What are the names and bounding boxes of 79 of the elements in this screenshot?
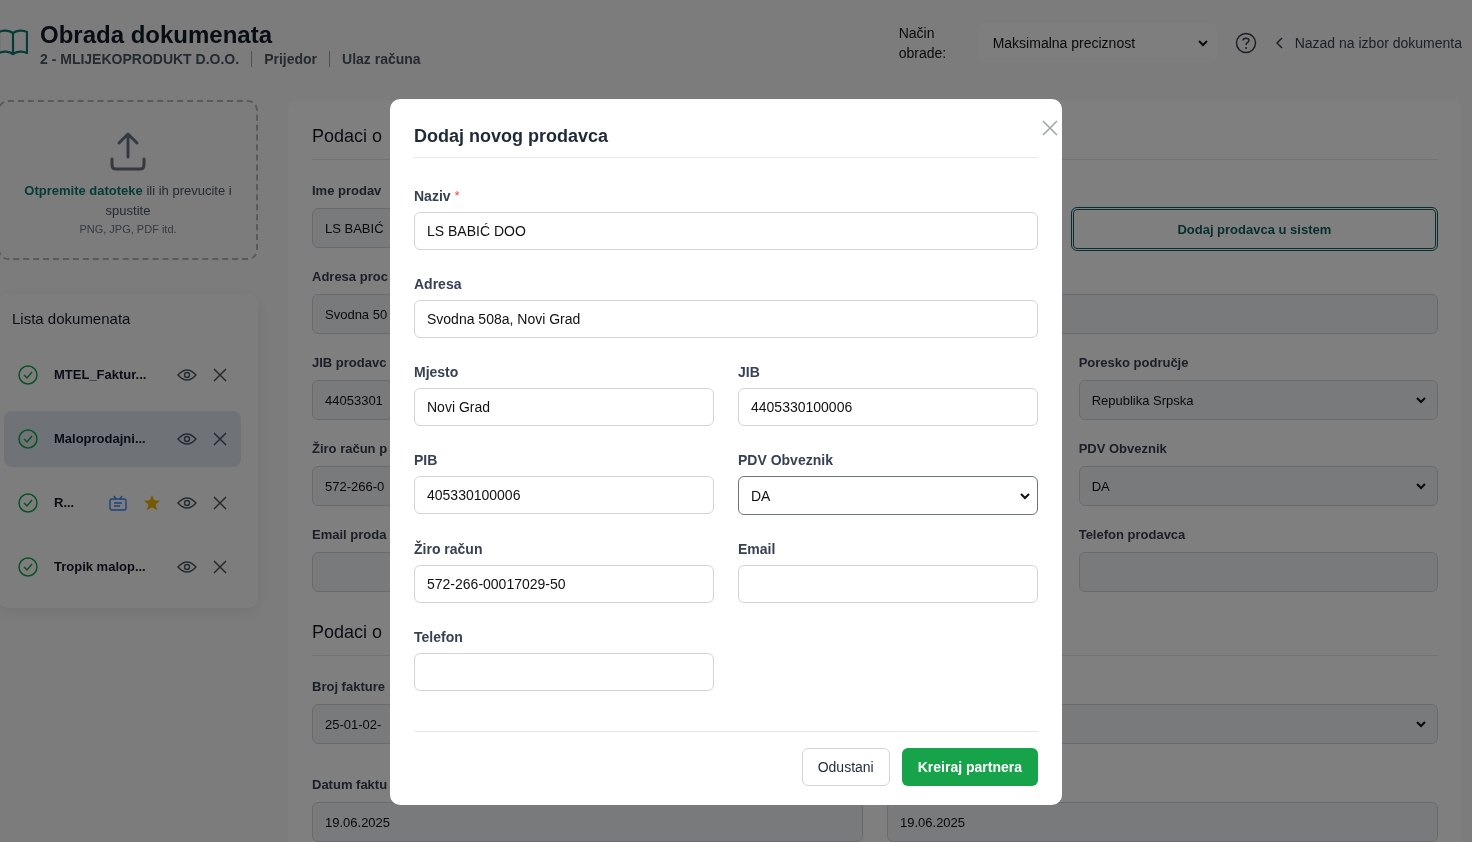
back-link[interactable]: Nazad na izbor dokumenta bbox=[1274, 35, 1462, 51]
field-label: PIB bbox=[414, 452, 438, 468]
chevron-down-icon bbox=[1415, 480, 1427, 492]
document-name: Maloprodajni... bbox=[54, 430, 147, 448]
document-name: Tropik malop... bbox=[54, 558, 147, 576]
select-field[interactable]: DA bbox=[1078, 466, 1438, 506]
field-label: Broj fakture bbox=[312, 678, 385, 696]
required-mark: * bbox=[454, 188, 460, 204]
field-label: Naziv bbox=[414, 188, 451, 204]
cancel-button[interactable]: Odustani bbox=[801, 748, 890, 786]
field-label: Telefon prodavca bbox=[1078, 526, 1186, 544]
field-label: Datum faktu bbox=[312, 776, 388, 794]
close-icon[interactable] bbox=[213, 496, 227, 510]
field-label: Telefon bbox=[414, 629, 463, 645]
input-field[interactable]: 572-266-00017029-50 bbox=[414, 565, 714, 603]
eye-icon[interactable] bbox=[177, 368, 197, 382]
help-icon[interactable] bbox=[1234, 32, 1257, 54]
chevron-left-icon bbox=[1274, 37, 1285, 49]
input-field[interactable]: Svodna 508a, Novi Grad bbox=[414, 300, 1038, 338]
input-field[interactable] bbox=[414, 653, 714, 691]
document-item[interactable]: Tropik malop... bbox=[4, 539, 241, 595]
close-icon[interactable] bbox=[213, 432, 227, 446]
field-label: PDV Obveznik bbox=[1078, 440, 1167, 458]
check-circle-icon bbox=[18, 365, 38, 385]
eye-icon[interactable] bbox=[177, 560, 197, 574]
input-field[interactable] bbox=[738, 565, 1038, 603]
upload-hint: PNG, JPG, PDF itd. bbox=[79, 223, 177, 235]
chevron-down-icon bbox=[1415, 394, 1427, 406]
field-label: Email proda bbox=[312, 526, 387, 544]
select-field[interactable]: DA bbox=[738, 476, 1038, 515]
upload-dropzone[interactable]: Otpremite datoteke ili ih prevucite i spustite PNG, JPG, PDF itd. bbox=[0, 100, 258, 260]
field-label: Email bbox=[738, 541, 776, 557]
input-field[interactable]: 405330100006 bbox=[414, 476, 714, 514]
close-icon[interactable] bbox=[213, 560, 227, 574]
breadcrumb-item: Ulaz računa bbox=[329, 51, 433, 67]
check-circle-icon bbox=[18, 493, 38, 513]
upload-icon bbox=[110, 131, 146, 171]
field-label: PDV Obveznik bbox=[738, 452, 833, 468]
check-circle-icon bbox=[18, 429, 38, 449]
select-field[interactable]: Republika Srpska bbox=[1078, 380, 1438, 420]
field-label: Adresa proc bbox=[312, 268, 388, 286]
upload-link[interactable]: Otpremite datoteke bbox=[24, 183, 143, 198]
field-label: Žiro račun p bbox=[312, 440, 388, 458]
field-label: Mjesto bbox=[414, 364, 459, 380]
field-label: Adresa bbox=[414, 276, 462, 292]
tag-icon[interactable] bbox=[109, 495, 127, 511]
document-item[interactable]: Maloprodajni... bbox=[4, 411, 241, 467]
mode-label: Način obrade: bbox=[898, 24, 948, 63]
input-field[interactable]: LS BABIĆ DOO bbox=[414, 212, 1038, 250]
close-icon[interactable] bbox=[1042, 120, 1058, 136]
page-title: Obrada dokumenata bbox=[40, 21, 274, 49]
panel-title: Lista dokumenata bbox=[11, 310, 132, 329]
field-label: JIB bbox=[738, 364, 760, 380]
field-label: Ime prodav bbox=[312, 182, 382, 200]
chevron-down-icon bbox=[1415, 718, 1427, 730]
breadcrumb-item: Prijedor bbox=[251, 51, 330, 67]
breadcrumb-item: 2 - MLIJEKOPRODUKT D.O.O. bbox=[40, 51, 241, 67]
modal-title: Dodaj novog prodavca bbox=[414, 126, 609, 147]
add-seller-button[interactable]: Dodaj prodavca u sistem bbox=[1070, 207, 1438, 251]
input-field[interactable]: 19.06.2025 bbox=[312, 802, 863, 842]
document-name: R... bbox=[54, 494, 76, 512]
document-item[interactable]: MTEL_Faktur... bbox=[4, 347, 241, 403]
book-icon bbox=[0, 27, 28, 57]
document-name: MTEL_Faktur... bbox=[54, 366, 148, 384]
star-icon[interactable] bbox=[143, 494, 161, 512]
input-field[interactable]: 4405330100006 bbox=[738, 388, 1038, 426]
create-partner-button[interactable]: Kreiraj partnera bbox=[901, 748, 1038, 786]
input-field[interactable]: 19.06.2025 bbox=[887, 802, 1438, 842]
eye-icon[interactable] bbox=[177, 496, 197, 510]
close-icon[interactable] bbox=[213, 368, 227, 382]
document-item[interactable]: R... bbox=[4, 475, 241, 531]
input-field[interactable]: Novi Grad bbox=[414, 388, 714, 426]
eye-icon[interactable] bbox=[177, 432, 197, 446]
field-label: Poresko područje bbox=[1078, 354, 1189, 372]
chevron-down-icon bbox=[1196, 37, 1209, 49]
check-circle-icon bbox=[18, 557, 38, 577]
field-label: Žiro račun bbox=[414, 541, 483, 557]
upload-text: Otpremite datoteke ili ih prevucite i spustite bbox=[23, 182, 233, 220]
field-label: JIB prodavc bbox=[312, 354, 387, 372]
